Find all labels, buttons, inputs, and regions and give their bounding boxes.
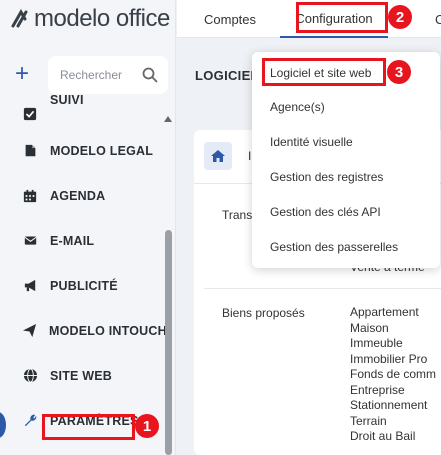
home-button[interactable] — [204, 142, 232, 170]
sidebar-item-label: AGENDA — [50, 188, 106, 203]
row-label-biens-proposes: Biens proposés — [222, 306, 305, 320]
row-value: Immeuble — [350, 336, 403, 350]
sidebar-item-modelo-intouch[interactable]: MODELO INTOUCH — [0, 308, 167, 353]
sidebar-item-label: SUIVI — [50, 93, 84, 107]
row-values-biens-proposes: Appartement Maison Immeuble Immobilier P… — [350, 305, 436, 445]
document-icon — [22, 143, 38, 159]
calendar-icon — [22, 188, 38, 204]
row-label-transactions: Trans — [222, 208, 253, 222]
sidebar-item-agenda[interactable]: AGENDA — [0, 173, 162, 218]
sidebar-scrollbar[interactable] — [162, 108, 174, 455]
step-badge-2: 2 — [388, 5, 412, 29]
search-icon[interactable] — [142, 67, 158, 83]
logo-mark-icon — [11, 8, 28, 28]
row-value: Terrain — [350, 413, 387, 428]
scroll-thumb[interactable] — [165, 230, 172, 455]
megaphone-icon — [22, 278, 38, 294]
wrench-icon — [22, 413, 38, 429]
row-value: Maison — [350, 320, 389, 335]
sidebar-item-label: MODELO INTOUCH — [49, 323, 167, 338]
row-value: Immobilier Pro — [350, 351, 428, 366]
tab-next[interactable]: C — [435, 0, 441, 38]
logo-text: modelo office — [34, 5, 170, 32]
dropdown-item-identite-visuelle[interactable]: Identité visuelle — [270, 135, 353, 149]
dropdown-item-agences[interactable]: Agence(s) — [270, 100, 325, 114]
page-title: LOGICIEL — [195, 68, 259, 83]
sidebar-item-label: E-MAIL — [50, 233, 95, 248]
row-value: Appartement — [350, 305, 419, 319]
sidebar-item-modelo-legal[interactable]: MODELO LEGAL — [0, 128, 162, 173]
sidebar-item-publicite[interactable]: PUBLICITÉ — [0, 263, 162, 308]
sidebar: modelo office + SUIVI MODELO LEGAL AGEND… — [0, 0, 176, 455]
row-value: Droit au Bail — [350, 429, 416, 443]
sidebar-item-label: MODELO LEGAL — [50, 143, 154, 158]
home-icon — [211, 150, 225, 162]
sidebar-item-label: PUBLICITÉ — [50, 278, 118, 293]
dropdown-item-gestion-passerelles[interactable]: Gestion des passerelles — [270, 240, 398, 254]
card-header-label: I — [248, 149, 252, 163]
tab-comptes[interactable]: Comptes — [204, 0, 256, 38]
search-box[interactable] — [48, 56, 168, 94]
search-input[interactable] — [60, 68, 140, 82]
add-button[interactable]: + — [12, 62, 32, 87]
row-value: Fonds de comm — [350, 367, 437, 381]
sidebar-item-email[interactable]: E-MAIL — [0, 218, 162, 263]
app-logo[interactable]: modelo office — [10, 4, 170, 34]
sidebar-item-site-web[interactable]: SITE WEB — [0, 353, 162, 398]
row-value: Stationnement — [350, 398, 428, 412]
highlight-box-parametres — [42, 414, 135, 440]
sidebar-menu: SUIVI MODELO LEGAL AGENDA E-MAIL PUBLICI… — [0, 93, 167, 443]
sidebar-item-label: SITE WEB — [50, 368, 113, 383]
envelope-icon — [22, 233, 38, 249]
check-icon — [22, 106, 38, 122]
dropdown-item-gestion-cles-api[interactable]: Gestion des clés API — [270, 205, 381, 219]
step-badge-3: 3 — [387, 60, 411, 84]
scroll-up-arrow-icon[interactable] — [164, 116, 172, 122]
globe-icon — [22, 368, 38, 384]
highlight-box-configuration — [296, 2, 388, 33]
paper-plane-icon — [22, 323, 37, 339]
row-separator — [204, 288, 441, 289]
step-badge-1: 1 — [135, 414, 159, 438]
sidebar-item-suivi[interactable]: SUIVI — [0, 93, 162, 128]
highlight-box-logiciel — [262, 58, 386, 86]
dropdown-item-gestion-registres[interactable]: Gestion des registres — [270, 170, 383, 184]
row-value: Entreprise — [350, 382, 405, 397]
